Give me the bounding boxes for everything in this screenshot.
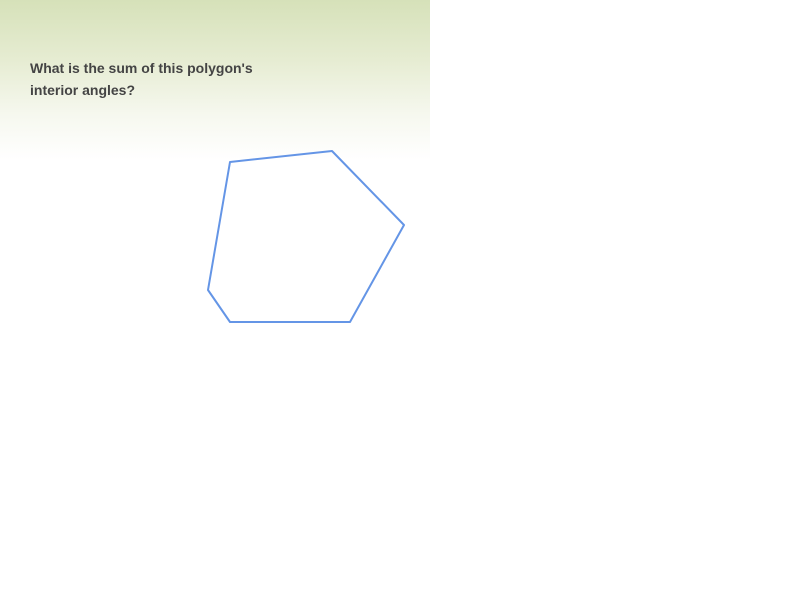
polygon-shape xyxy=(207,150,405,323)
question-panel: What is the sum of this polygon's interi… xyxy=(0,0,430,600)
polygon-figure xyxy=(207,150,405,323)
